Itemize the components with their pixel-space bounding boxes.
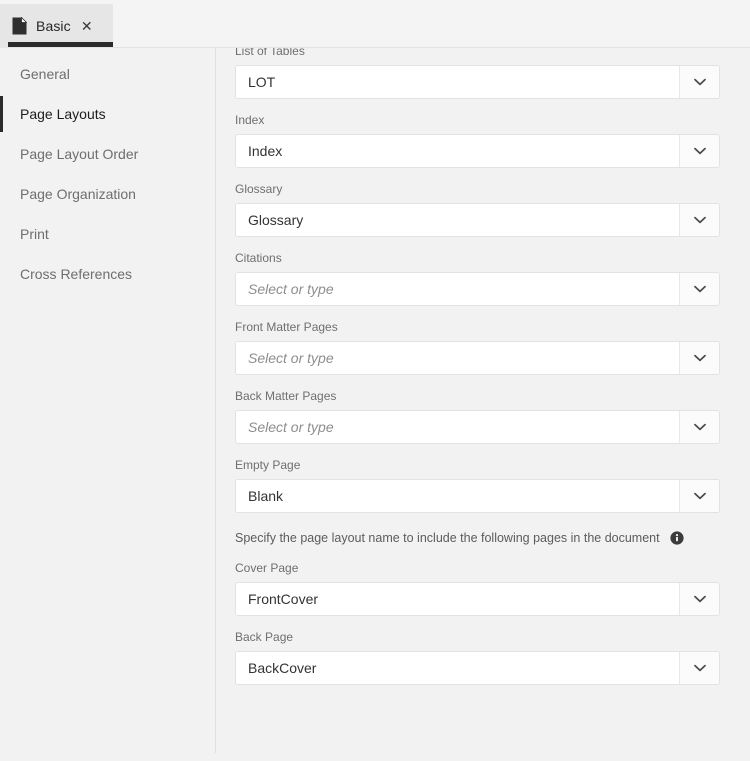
dropdown-value[interactable]: BackCover: [236, 652, 679, 684]
dropdown-value[interactable]: LOT: [236, 66, 679, 98]
field-label: Cover Page: [235, 561, 299, 575]
sidebar-item-page-organization[interactable]: Page Organization: [0, 174, 215, 214]
sidebar-item-label: General: [20, 66, 70, 82]
dropdown-glossary[interactable]: Glossary: [235, 203, 720, 237]
chevron-down-icon[interactable]: [679, 204, 719, 236]
sidebar-item-label: Cross References: [20, 266, 133, 282]
field-label: Front Matter Pages: [235, 320, 338, 334]
dropdown-value[interactable]: Glossary: [236, 204, 679, 236]
chevron-down-icon[interactable]: [679, 583, 719, 615]
field-label: Back Matter Pages: [235, 389, 337, 403]
sidebar-item-cross-references[interactable]: Cross References: [0, 254, 215, 294]
dropdown-list-of-tables[interactable]: LOT: [235, 65, 720, 99]
sidebar-item-label: Page Layouts: [20, 106, 106, 122]
info-icon[interactable]: [669, 531, 684, 545]
field-label: Index: [235, 113, 265, 127]
dropdown-index[interactable]: Index: [235, 134, 720, 168]
close-icon[interactable]: ✕: [80, 19, 94, 33]
hint-row: Specify the page layout name to include …: [235, 531, 720, 545]
chevron-down-icon[interactable]: [679, 652, 719, 684]
sidebar: General Page Layouts Page Layout Order P…: [0, 48, 216, 753]
dropdown-back-matter-pages[interactable]: Select or type: [235, 410, 720, 444]
chevron-down-icon[interactable]: [679, 135, 719, 167]
field-label: List of Tables: [235, 48, 305, 58]
dropdown-value[interactable]: Select or type: [236, 342, 679, 374]
tab-active-underline: [8, 42, 113, 47]
sidebar-item-label: Page Organization: [20, 186, 136, 202]
dropdown-value[interactable]: Blank: [236, 480, 679, 512]
field-glossary: Glossary Glossary: [235, 182, 720, 237]
field-list-of-tables: List of Tables LOT: [235, 48, 720, 99]
tab-bar: Basic ✕: [0, 0, 750, 48]
field-label: Empty Page: [235, 458, 301, 472]
dropdown-back-page[interactable]: BackCover: [235, 651, 720, 685]
dropdown-value[interactable]: Select or type: [236, 273, 679, 305]
field-empty-page: Empty Page Blank: [235, 458, 720, 513]
field-index: Index Index: [235, 113, 720, 168]
sidebar-item-page-layouts[interactable]: Page Layouts: [0, 94, 215, 134]
chevron-down-icon[interactable]: [679, 480, 719, 512]
sidebar-item-page-layout-order[interactable]: Page Layout Order: [0, 134, 215, 174]
dropdown-empty-page[interactable]: Blank: [235, 479, 720, 513]
chevron-down-icon[interactable]: [679, 66, 719, 98]
sidebar-item-label: Page Layout Order: [20, 146, 139, 162]
chevron-down-icon[interactable]: [679, 342, 719, 374]
dropdown-citations[interactable]: Select or type: [235, 272, 720, 306]
settings-content-pane: List of Tables LOT Index Index Glossary …: [217, 48, 750, 761]
field-back-page: Back Page BackCover: [235, 630, 720, 685]
field-back-matter-pages: Back Matter Pages Select or type: [235, 389, 720, 444]
chevron-down-icon[interactable]: [679, 273, 719, 305]
field-citations: Citations Select or type: [235, 251, 720, 306]
field-cover-page: Cover Page FrontCover: [235, 561, 720, 616]
sidebar-item-print[interactable]: Print: [0, 214, 215, 254]
active-indicator: [0, 96, 3, 132]
chevron-down-icon[interactable]: [679, 411, 719, 443]
dropdown-value[interactable]: Select or type: [236, 411, 679, 443]
dropdown-value[interactable]: Index: [236, 135, 679, 167]
field-label: Citations: [235, 251, 282, 265]
document-icon: [12, 17, 27, 35]
field-label: Back Page: [235, 630, 294, 644]
dropdown-front-matter-pages[interactable]: Select or type: [235, 341, 720, 375]
field-label: Glossary: [235, 182, 283, 196]
sidebar-item-label: Print: [20, 226, 49, 242]
hint-text: Specify the page layout name to include …: [235, 531, 660, 545]
tab-label: Basic: [36, 18, 71, 34]
dropdown-cover-page[interactable]: FrontCover: [235, 582, 720, 616]
dropdown-value[interactable]: FrontCover: [236, 583, 679, 615]
sidebar-item-general[interactable]: General: [0, 54, 215, 94]
field-front-matter-pages: Front Matter Pages Select or type: [235, 320, 720, 375]
settings-window: Basic ✕ General Page Layouts Page Layout…: [0, 0, 750, 761]
